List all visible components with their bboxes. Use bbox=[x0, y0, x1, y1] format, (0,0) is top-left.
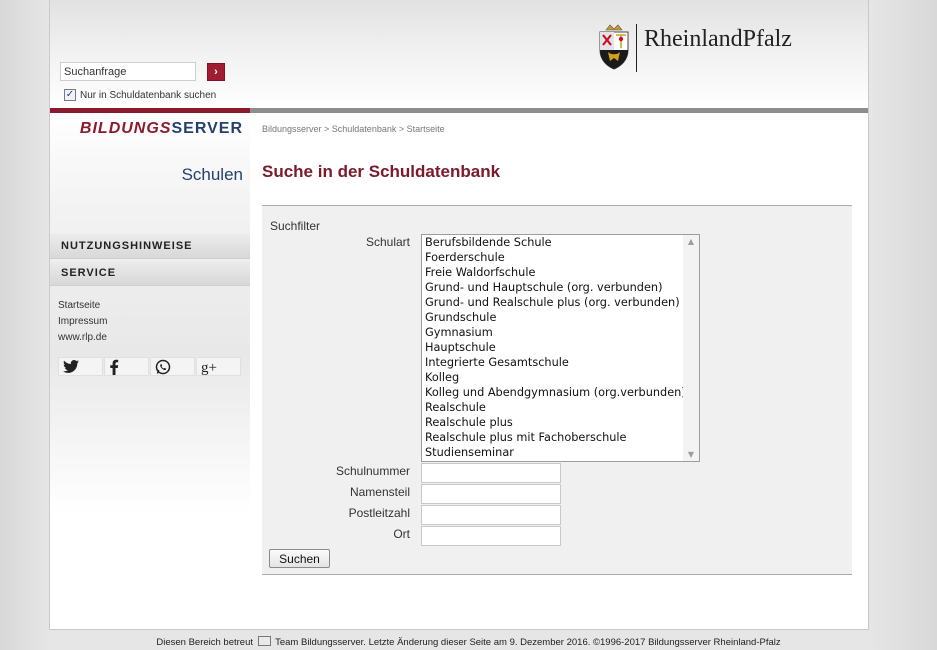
section-title: Schulen bbox=[181, 165, 243, 184]
nav-service[interactable]: SERVICE bbox=[50, 261, 250, 286]
filter-legend: Suchfilter bbox=[270, 219, 321, 233]
svg-text:g+: g+ bbox=[201, 360, 217, 375]
google-plus-icon: g+ bbox=[201, 360, 217, 375]
schulart-options: Berufsbildende Schule Foerderschule Freie … bbox=[422, 235, 699, 460]
page-container: › ✓ Nur in Schuldatenbank suchen Rheinla… bbox=[49, 0, 869, 630]
logo-text: RheinlandPfalz bbox=[644, 26, 792, 52]
twitter-button[interactable] bbox=[58, 357, 103, 376]
schulart-select[interactable]: Berufsbildende Schule Foerderschule Freie … bbox=[421, 234, 700, 462]
header: › ✓ Nur in Schuldatenbank suchen Rheinla… bbox=[50, 0, 868, 108]
schulart-option[interactable]: Kolleg bbox=[422, 370, 699, 385]
schulart-option[interactable]: Foerderschule bbox=[422, 250, 699, 265]
schulart-option[interactable]: Grundschule bbox=[422, 310, 699, 325]
footer-text-after: Team Bildungsserver. Letzte Änderung die… bbox=[272, 637, 781, 648]
arrow-right-icon: › bbox=[214, 66, 218, 78]
twitter-icon bbox=[63, 360, 79, 373]
schulart-option[interactable]: Gymnasium bbox=[422, 325, 699, 340]
schulart-option[interactable]: Freie Waldorfschule bbox=[422, 265, 699, 280]
schulart-option[interactable]: Integrierte Gesamtschule bbox=[422, 355, 699, 370]
scroll-up-icon[interactable]: ▲ bbox=[683, 237, 699, 246]
schulnummer-label: Schulnummer bbox=[335, 464, 410, 478]
search-submit-button[interactable]: › bbox=[207, 63, 225, 81]
social-buttons: g+ bbox=[58, 357, 241, 376]
brand-part-bildungs: BILDUNGS bbox=[79, 120, 172, 137]
footer-text-before: Diesen Bereich betreut bbox=[156, 637, 256, 648]
namensteil-label: Namensteil bbox=[349, 485, 410, 499]
schulart-option[interactable]: Studienseminar bbox=[422, 445, 699, 460]
sidebar: BILDUNGSSERVER Schulen NUTZUNGSHINWEISE … bbox=[50, 113, 250, 513]
footer: Diesen Bereich betreut Team Bildungsserv… bbox=[0, 636, 937, 648]
link-startseite[interactable]: Startseite bbox=[58, 300, 100, 311]
breadcrumb[interactable]: Bildungsserver > Schuldatenbank > Starts… bbox=[262, 124, 445, 134]
coat-of-arms-icon bbox=[599, 24, 629, 70]
postleitzahl-label: Postleitzahl bbox=[348, 506, 410, 520]
schuldatenbank-only-checkbox[interactable]: ✓ bbox=[64, 89, 76, 101]
google-plus-button[interactable]: g+ bbox=[196, 357, 241, 376]
bildungsserver-logo[interactable]: BILDUNGSSERVER bbox=[80, 120, 243, 138]
schulart-option[interactable]: Berufsbildende Schule bbox=[422, 235, 699, 250]
link-impressum[interactable]: Impressum bbox=[58, 316, 107, 327]
brand-part-server: SERVER bbox=[171, 120, 243, 137]
nav-nutzungshinweise[interactable]: NUTZUNGSHINWEISE bbox=[50, 234, 250, 259]
schulart-option[interactable]: Realschule bbox=[422, 400, 699, 415]
mail-icon[interactable] bbox=[257, 636, 271, 646]
schulart-label: Schulart bbox=[365, 235, 410, 249]
search-input[interactable] bbox=[60, 62, 196, 81]
schulart-option[interactable]: Realschule plus mit Fachoberschule bbox=[422, 430, 699, 445]
page-title: Suche in der Schuldatenbank bbox=[262, 162, 501, 181]
namensteil-input[interactable] bbox=[421, 484, 561, 504]
postleitzahl-input[interactable] bbox=[421, 505, 561, 525]
scrollbar[interactable]: ▲ ▼ bbox=[683, 235, 699, 461]
facebook-icon bbox=[110, 359, 119, 375]
checkbox-label: Nur in Schuldatenbank suchen bbox=[80, 89, 217, 101]
scroll-down-icon[interactable]: ▼ bbox=[683, 450, 699, 459]
search-button[interactable]: Suchen bbox=[269, 549, 330, 568]
whatsapp-icon bbox=[155, 359, 171, 374]
schulart-option[interactable]: Grund- und Realschule plus (org. verbund… bbox=[422, 295, 699, 310]
accent-bar-grey bbox=[250, 108, 868, 113]
schuldatenbank-only-option: ✓ Nur in Schuldatenbank suchen bbox=[64, 88, 216, 102]
link-rlp[interactable]: www.rlp.de bbox=[58, 332, 107, 343]
schulart-option[interactable]: Realschule plus bbox=[422, 415, 699, 430]
schulart-option[interactable]: Hauptschule bbox=[422, 340, 699, 355]
whatsapp-button[interactable] bbox=[150, 357, 195, 376]
schulart-option[interactable]: Kolleg und Abendgymnasium (org.verbunden… bbox=[422, 385, 699, 400]
schulnummer-input[interactable] bbox=[421, 463, 561, 483]
ort-label: Ort bbox=[393, 527, 410, 541]
ort-input[interactable] bbox=[421, 526, 561, 546]
facebook-button[interactable] bbox=[104, 357, 149, 376]
search-filter-panel: Suchfilter Schulart Berufsbildende Schul… bbox=[262, 205, 852, 575]
logo-divider bbox=[636, 24, 637, 72]
schulart-option[interactable]: Grund- und Hauptschule (org. verbunden) bbox=[422, 280, 699, 295]
